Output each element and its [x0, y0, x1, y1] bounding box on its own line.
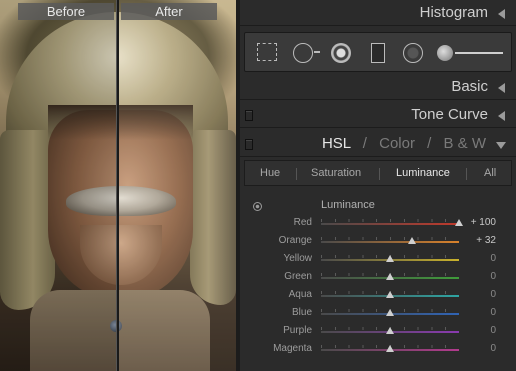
title-separator: / — [427, 135, 432, 152]
slider-thumb-green[interactable] — [386, 273, 394, 280]
slider-label: Yellow — [283, 253, 312, 264]
slider-row-orange: Orange + 32 — [244, 233, 512, 251]
before-half — [0, 0, 117, 371]
slider-thumb-red[interactable] — [455, 219, 463, 226]
collapse-triangle-icon[interactable] — [498, 9, 505, 19]
luminance-title: Luminance — [321, 199, 375, 211]
slider-row-magenta: Magenta 0 — [244, 341, 512, 359]
slider-value[interactable]: + 100 — [471, 217, 496, 228]
hsl-color-bw-title: HSL / Color / B & W — [322, 135, 486, 152]
slider-label: Magenta — [273, 343, 312, 354]
slider-label: Green — [284, 271, 312, 282]
basic-title: Basic — [451, 78, 488, 95]
adjustment-brush-slider[interactable] — [455, 52, 503, 54]
before-after-divider[interactable] — [116, 0, 119, 371]
slider-track-red[interactable] — [321, 223, 459, 225]
slider-value[interactable]: 0 — [490, 307, 496, 318]
slider-row-blue: Blue 0 — [244, 305, 512, 323]
hsl-panel-header[interactable]: HSL / Color / B & W — [240, 131, 516, 157]
collapse-triangle-icon[interactable] — [498, 111, 505, 121]
subtab-divider — [296, 168, 297, 180]
color-tab[interactable]: Color — [379, 135, 415, 152]
slider-thumb-blue[interactable] — [386, 309, 394, 316]
graduated-filter-icon[interactable] — [371, 43, 385, 63]
subtab-all[interactable]: All — [484, 167, 496, 179]
slider-value[interactable]: 0 — [490, 343, 496, 354]
after-label: After — [121, 3, 217, 20]
subtab-divider — [466, 168, 467, 180]
luminance-section: Luminance Red + 100 Orange + 32 Yellow 0 Green… — [244, 194, 512, 366]
slider-label: Blue — [291, 307, 312, 318]
slider-value[interactable]: 0 — [490, 325, 496, 336]
slider-label: Purple — [283, 325, 312, 336]
slider-thumb-yellow[interactable] — [386, 255, 394, 262]
histogram-title: Histogram — [419, 4, 488, 21]
target-adjustment-icon[interactable] — [253, 202, 262, 211]
slider-value[interactable]: 0 — [490, 289, 496, 300]
before-label: Before — [18, 3, 114, 20]
tool-strip — [244, 32, 512, 72]
collapse-triangle-icon[interactable] — [498, 83, 505, 93]
subtab-hue[interactable]: Hue — [260, 167, 280, 179]
slider-ticks — [321, 237, 459, 240]
slider-row-green: Green 0 — [244, 269, 512, 287]
after-half — [119, 0, 236, 371]
slider-label: Red — [293, 217, 312, 228]
hsl-tab[interactable]: HSL — [322, 135, 351, 152]
slider-thumb-purple[interactable] — [386, 327, 394, 334]
panel-toggle-switch[interactable] — [245, 139, 253, 150]
slider-row-aqua: Aqua 0 — [244, 287, 512, 305]
slider-value[interactable]: 0 — [490, 271, 496, 282]
panel-toggle-switch[interactable] — [245, 110, 253, 121]
title-separator: / — [362, 135, 367, 152]
basic-panel-header[interactable]: Basic — [240, 74, 516, 100]
radial-filter-icon[interactable] — [403, 43, 423, 63]
subtab-luminance[interactable]: Luminance — [396, 167, 450, 179]
spot-removal-icon[interactable] — [293, 43, 313, 63]
subtab-divider — [379, 168, 380, 180]
slider-row-yellow: Yellow 0 — [244, 251, 512, 269]
slider-label: Orange — [278, 235, 312, 246]
tone-curve-title: Tone Curve — [411, 106, 488, 123]
hsl-subtabs: Hue Saturation Luminance All — [244, 160, 512, 186]
red-eye-correction-icon[interactable] — [331, 43, 351, 63]
slider-label: Aqua — [288, 289, 312, 300]
crop-overlay-icon[interactable] — [257, 43, 277, 61]
slider-value[interactable]: 0 — [490, 253, 496, 264]
tone-curve-panel-header[interactable]: Tone Curve — [240, 102, 516, 128]
subtab-saturation[interactable]: Saturation — [311, 167, 361, 179]
slider-row-red: Red + 100 — [244, 215, 512, 233]
histogram-panel-header[interactable]: Histogram — [240, 0, 516, 26]
slider-track-orange[interactable] — [321, 241, 459, 243]
slider-row-purple: Purple 0 — [244, 323, 512, 341]
slider-ticks — [321, 219, 459, 222]
adjustment-brush-icon[interactable] — [437, 45, 453, 61]
slider-thumb-aqua[interactable] — [386, 291, 394, 298]
spot-removal-arrow-icon — [314, 51, 320, 53]
bw-tab[interactable]: B & W — [443, 135, 486, 152]
slider-thumb-orange[interactable] — [408, 237, 417, 244]
slider-value[interactable]: + 32 — [476, 235, 496, 246]
slider-thumb-magenta[interactable] — [386, 345, 394, 352]
expand-triangle-icon[interactable] — [496, 142, 506, 149]
